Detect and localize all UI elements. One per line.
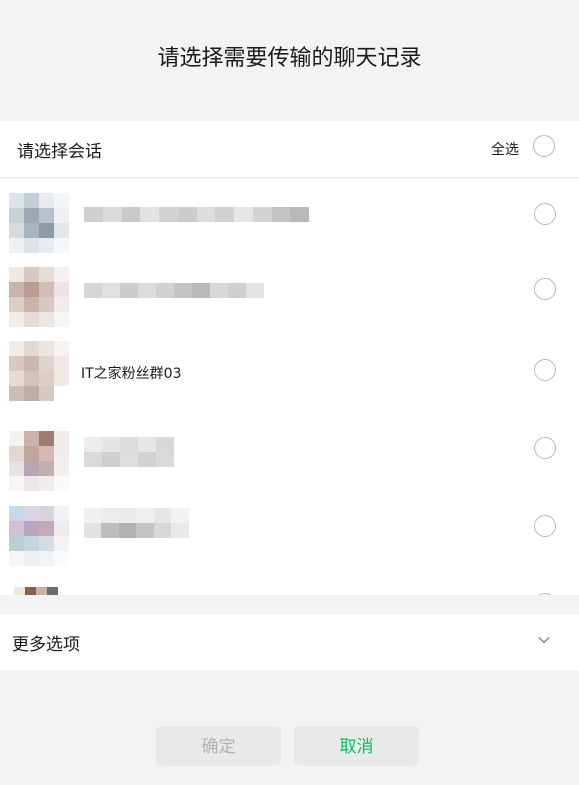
- chevron-down-icon[interactable]: [538, 634, 550, 646]
- session-radio[interactable]: [534, 515, 556, 537]
- session-row[interactable]: [0, 431, 579, 509]
- session-avatar: [9, 431, 69, 491]
- session-radio[interactable]: [534, 203, 556, 225]
- transfer-chat-dialog: 请选择需要传输的聊天记录 请选择会话 全选 IT之家粉丝群03 更多选项 确定 …: [0, 0, 579, 785]
- session-avatar: [14, 587, 58, 595]
- session-name: IT之家粉丝群03: [81, 366, 182, 382]
- select-all-radio[interactable]: [533, 135, 555, 157]
- session-list-header: 请选择会话 全选: [0, 121, 579, 179]
- dialog-title: 请选择需要传输的聊天记录: [157, 46, 422, 71]
- session-name-blurred: [84, 508, 189, 538]
- session-name-blurred: [84, 207, 309, 222]
- select-all-label[interactable]: 全选: [491, 139, 519, 159]
- cancel-button[interactable]: 取消: [294, 726, 419, 766]
- session-radio[interactable]: [534, 359, 556, 381]
- session-row[interactable]: [0, 587, 579, 595]
- session-radio[interactable]: [534, 593, 556, 595]
- session-avatar: [9, 193, 69, 253]
- session-radio[interactable]: [534, 437, 556, 459]
- session-avatar: [9, 341, 69, 401]
- session-list-title: 请选择会话: [17, 142, 102, 162]
- session-row[interactable]: [0, 193, 579, 271]
- session-radio[interactable]: [534, 278, 556, 300]
- more-options-row[interactable]: 更多选项: [0, 614, 579, 670]
- session-avatar: [9, 267, 69, 327]
- session-row[interactable]: [0, 267, 579, 345]
- session-name-blurred: [84, 437, 174, 467]
- session-row[interactable]: [0, 506, 579, 584]
- session-list-panel: 请选择会话 全选 IT之家粉丝群03: [0, 121, 579, 595]
- confirm-button[interactable]: 确定: [156, 726, 281, 766]
- session-name-blurred: [84, 283, 264, 298]
- session-row[interactable]: IT之家粉丝群03: [0, 341, 579, 419]
- more-options-label: 更多选项: [12, 635, 80, 655]
- session-avatar: [9, 506, 69, 566]
